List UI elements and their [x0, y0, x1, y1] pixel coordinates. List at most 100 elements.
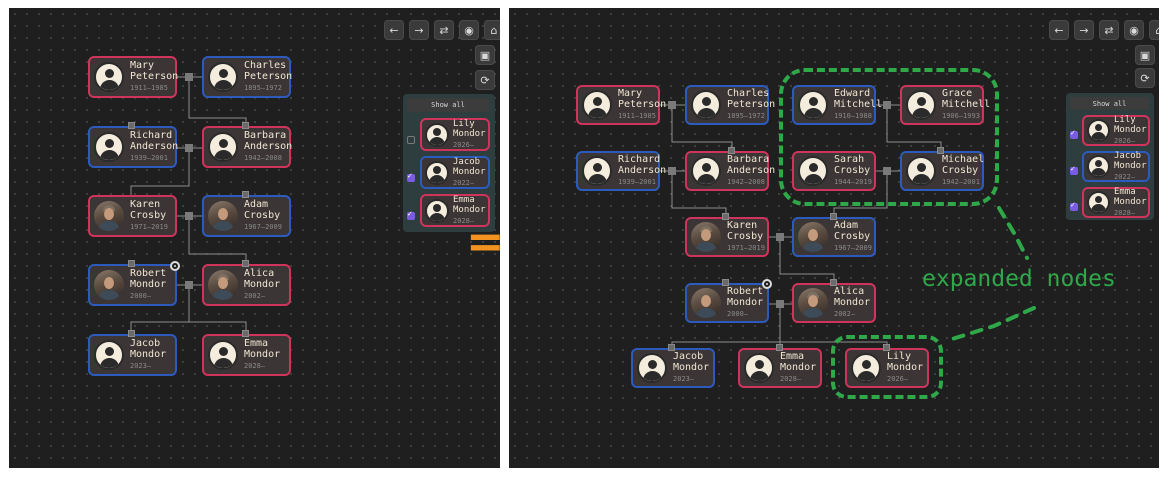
- expand-parents-handle[interactable]: [242, 191, 249, 198]
- person-last-name: Mondor: [244, 279, 281, 290]
- member-checkbox[interactable]: [407, 210, 415, 220]
- avatar-placeholder-icon: [425, 198, 449, 223]
- person-years: 2002–: [244, 292, 266, 300]
- union-junction[interactable]: [185, 144, 193, 152]
- person-last-name: Crosby: [130, 210, 167, 221]
- person-years: 2028–: [1114, 208, 1136, 217]
- expand-parents-handle[interactable]: [128, 260, 135, 267]
- avatar-placeholder-icon: [1087, 191, 1110, 214]
- show-all-button[interactable]: Show all: [1070, 97, 1149, 110]
- save-button[interactable]: ▣: [475, 45, 495, 65]
- person-node-jacob[interactable]: Jacob Mondor 2023–: [88, 334, 177, 376]
- person-years: 2023–: [130, 362, 152, 370]
- person-years: 2028–: [244, 362, 266, 370]
- tree-canvas-before[interactable]: ← → ⇄ ◉ ⌂ ▣ ⟳ Mary Peterson 1911–1985 Char…: [9, 8, 500, 468]
- union-junction[interactable]: [185, 73, 193, 81]
- expanded-nodes-label: expanded nodes: [922, 266, 1116, 292]
- annotation-leader-lines: [947, 206, 1036, 342]
- person-first-name: Jacob: [130, 338, 161, 349]
- union-junction[interactable]: [185, 281, 193, 289]
- person-first-name: Jacob: [453, 156, 481, 167]
- home-button[interactable]: ⌂: [484, 20, 500, 40]
- top-toolbar: ← → ⇄ ◉ ⌂: [384, 20, 500, 40]
- person-node-alica[interactable]: Alica Mondor 2002–: [202, 264, 291, 306]
- refresh-icon: ⟳: [480, 73, 490, 87]
- person-first-name: Richard: [130, 130, 173, 141]
- person-node-robert[interactable]: Robert Mondor 2000–: [88, 264, 177, 306]
- person-first-name: Emma: [453, 194, 475, 205]
- avatar-placeholder-icon: [208, 340, 238, 370]
- person-last-name: Mondor: [244, 349, 281, 360]
- back-button[interactable]: ←: [384, 20, 404, 40]
- person-node-richard[interactable]: Richard Anderson 1939–2001: [88, 126, 179, 168]
- person-first-name: Lily: [1114, 114, 1136, 125]
- person-first-name: Jacob: [1114, 150, 1142, 161]
- side-person-emma[interactable]: Emma Mondor 2028–: [1082, 187, 1150, 218]
- person-last-name: Peterson: [130, 71, 179, 82]
- member-checkbox[interactable]: [407, 136, 415, 144]
- visibility-button[interactable]: ◉: [459, 20, 479, 40]
- person-years: 2022–: [1114, 172, 1136, 181]
- person-photo: [94, 201, 124, 231]
- person-first-name: Barbara: [244, 130, 287, 141]
- person-node-mary[interactable]: Mary Peterson 1911–1985: [88, 56, 179, 98]
- tree-canvas-after[interactable]: ← → ⇄ ◉ ⌂ ▣ ⟳ Mary Peterson 1911–1985 Char…: [509, 8, 1159, 468]
- person-last-name: Anderson: [244, 141, 293, 152]
- expand-parents-handle[interactable]: [242, 260, 249, 267]
- save-icon: ▣: [479, 48, 491, 62]
- show-all-button[interactable]: Show all: [407, 98, 489, 112]
- side-person-lily[interactable]: Lily Mondor 2026–: [420, 118, 490, 151]
- swap-button[interactable]: ⇄: [434, 20, 454, 40]
- arrow-left-icon: ←: [389, 23, 399, 37]
- expand-parents-handle[interactable]: [128, 122, 135, 129]
- forward-button[interactable]: →: [409, 20, 429, 40]
- arrow-right-icon: →: [414, 23, 424, 37]
- person-first-name: Charles: [244, 60, 287, 71]
- person-last-name: Peterson: [244, 71, 293, 82]
- person-last-name: Mondor: [130, 279, 167, 290]
- person-first-name: Robert: [130, 268, 167, 279]
- person-years: 2026–: [453, 140, 475, 149]
- person-last-name: Mondor: [130, 349, 167, 360]
- side-person-jacob[interactable]: Jacob Mondor 2022–: [420, 156, 490, 189]
- person-node-adam[interactable]: Adam Crosby 1967–2009: [202, 195, 291, 237]
- refresh-button[interactable]: ⟳: [475, 70, 495, 90]
- person-first-name: Mary: [130, 60, 155, 71]
- parents-handle[interactable]: [128, 330, 135, 337]
- member-checkbox[interactable]: [1070, 165, 1078, 175]
- side-person-lily[interactable]: Lily Mondor 2026–: [1082, 115, 1150, 146]
- person-node-charles[interactable]: Charles Peterson 1895–1972: [202, 56, 293, 98]
- person-last-name: Mondor: [1114, 160, 1147, 171]
- hidden-members-panel: Show all LilyMondor2026– JacobMondor2022…: [403, 94, 495, 232]
- member-checkbox[interactable]: [1070, 129, 1078, 139]
- person-years: 2022–: [453, 178, 475, 187]
- avatar-placeholder-icon: [208, 62, 238, 92]
- person-first-name: Karen: [130, 199, 161, 210]
- parents-handle[interactable]: [242, 122, 249, 129]
- person-first-name: Emma: [244, 338, 269, 349]
- avatar-placeholder-icon: [1087, 119, 1110, 142]
- avatar-placeholder-icon: [94, 132, 124, 162]
- person-node-emma[interactable]: Emma Mondor 2028–: [202, 334, 291, 376]
- person-last-name: Anderson: [130, 141, 179, 152]
- person-photo: [208, 201, 238, 231]
- side-person-jacob[interactable]: Jacob Mondor 2022–: [1082, 151, 1150, 182]
- person-years: 1971–2019: [130, 223, 168, 231]
- union-junction[interactable]: [185, 212, 193, 220]
- avatar-placeholder-icon: [94, 340, 124, 370]
- person-first-name: Adam: [244, 199, 269, 210]
- person-years: 1942–2008: [244, 154, 282, 162]
- person-last-name: Mondor: [453, 204, 486, 215]
- parents-handle[interactable]: [242, 330, 249, 337]
- person-years: 2000–: [130, 292, 152, 300]
- avatar-placeholder-icon: [94, 62, 124, 92]
- avatar-placeholder-icon: [425, 122, 449, 147]
- member-checkbox[interactable]: [407, 172, 415, 182]
- person-node-barbara[interactable]: Barbara Anderson 1942–2008: [202, 126, 293, 168]
- person-node-karen[interactable]: Karen Crosby 1971–2019: [88, 195, 177, 237]
- person-last-name: Mondor: [453, 128, 486, 139]
- show-all-label: Show all: [431, 101, 465, 109]
- member-checkbox[interactable]: [1070, 201, 1078, 211]
- person-first-name: Lily: [453, 118, 475, 129]
- person-first-name: Alica: [244, 268, 275, 279]
